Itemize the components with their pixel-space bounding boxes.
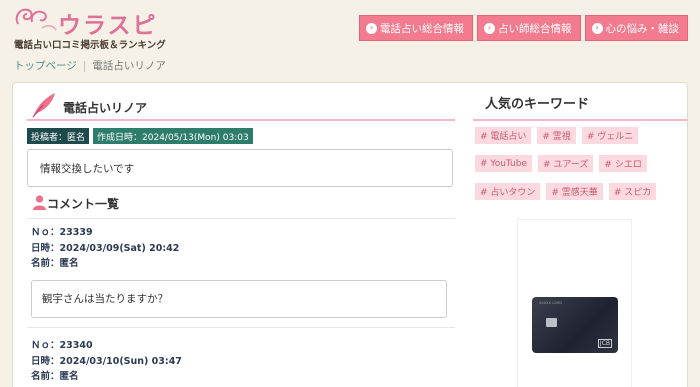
logo-swirl-icon bbox=[15, 8, 57, 31]
arrow-right-icon: › bbox=[484, 22, 495, 34]
nav-phone-fortune-button[interactable]: › 電話占い総合情報 bbox=[359, 15, 473, 41]
arrow-right-icon: › bbox=[366, 22, 377, 34]
comment-item: Ｎｏ：23339 日時：2024/03/09(Sat) 20:42 名前：匿名 … bbox=[31, 225, 451, 318]
keyword-tag[interactable]: # 電話占い bbox=[475, 127, 532, 144]
created-date-tag: 作成日時：2024/05/13(Mon) 03:03 bbox=[93, 128, 253, 144]
comments-header: コメント一覧 bbox=[27, 193, 455, 219]
keywords-header: 人気のキーワード bbox=[473, 91, 687, 121]
keyword-tag[interactable]: # 占いタウン bbox=[475, 183, 541, 200]
site-logo[interactable]: ウラスピ 電話占い口コミ掲示板＆ランキング bbox=[12, 4, 172, 52]
card-chip bbox=[546, 318, 557, 327]
nav-label: 占い師総合情報 bbox=[498, 22, 572, 35]
credit-card-image: XXXXX CARD JCB bbox=[532, 297, 618, 353]
ad-banner[interactable]: XXXXX CARD JCB bbox=[517, 219, 632, 387]
comment-author: 名前：匿名 bbox=[31, 258, 79, 269]
comment-body: 観宇さんは当たりますか？ bbox=[31, 279, 447, 318]
nav-worries-chat-button[interactable]: › 心の悩み・雑談 bbox=[584, 15, 688, 41]
nav-label: 心の悩み・雑談 bbox=[605, 22, 680, 35]
nav-label: 電話占い総合情報 bbox=[380, 22, 464, 35]
comment-date: 日時：2024/03/09(Sat) 20:42 bbox=[31, 242, 180, 254]
keyword-tag[interactable]: # ユアーズ bbox=[538, 155, 594, 172]
thread-body: 情報交換したいです bbox=[27, 149, 453, 187]
comment-author: 名前：匿名 bbox=[31, 371, 79, 382]
arrow-right-icon: › bbox=[591, 22, 603, 34]
keyword-tag[interactable]: # YouTube bbox=[475, 155, 532, 172]
keywords-title: 人気のキーワード bbox=[485, 97, 590, 112]
breadcrumb-home-link[interactable]: トップページ bbox=[14, 60, 77, 72]
comment-item: Ｎｏ：23340 日時：2024/03/10(Sun) 03:47 名前：匿名 bbox=[31, 338, 451, 385]
comment-number: Ｎｏ：23340 bbox=[31, 340, 93, 351]
breadcrumb: トップページ | 電話占いリノア bbox=[14, 58, 166, 73]
card-logo-icon: JCB bbox=[597, 339, 612, 348]
author-tag: 投稿者：匿名 bbox=[27, 128, 90, 144]
comment-divider bbox=[27, 327, 455, 328]
quill-icon bbox=[32, 93, 55, 118]
comment-number: Ｎｏ：23339 bbox=[31, 227, 93, 238]
keyword-tag[interactable]: # ヴェルニ bbox=[581, 127, 639, 144]
nav-fortune-teller-button[interactable]: › 占い師総合情報 bbox=[477, 15, 581, 41]
main-content: 電話占いリノア 投稿者：匿名 作成日時：2024/05/13(Mon) 03:0… bbox=[12, 82, 688, 387]
thread-title: 電話占いリノア bbox=[63, 101, 148, 115]
card-text: XXXXX CARD bbox=[539, 301, 563, 305]
keyword-list: # 電話占い # 霊視 # ヴェルニ # YouTube # ユアーズ # シエ… bbox=[475, 127, 685, 200]
logo-subtitle: 電話占い口コミ掲示板＆ランキング bbox=[14, 40, 166, 51]
logo-text: ウラスピ bbox=[58, 13, 158, 39]
keyword-tag[interactable]: # 霊感天華 bbox=[546, 183, 603, 200]
site-header: ウラスピ 電話占い口コミ掲示板＆ランキング › 電話占い総合情報 › 占い師総合… bbox=[0, 0, 700, 55]
thread-header: 電話占いリノア bbox=[27, 91, 455, 121]
keyword-tag[interactable]: # スピカ bbox=[608, 183, 657, 200]
person-icon bbox=[33, 195, 46, 210]
breadcrumb-current: 電話占いリノア bbox=[92, 60, 166, 72]
main-nav: › 電話占い総合情報 › 占い師総合情報 › 心の悩み・雑談 bbox=[359, 15, 688, 41]
keyword-tag[interactable]: # 霊視 bbox=[537, 127, 576, 144]
breadcrumb-separator: | bbox=[82, 60, 87, 72]
thread-meta-tags: 投稿者：匿名 作成日時：2024/05/13(Mon) 03:03 bbox=[27, 128, 253, 144]
comments-title: コメント一覧 bbox=[47, 197, 120, 211]
keyword-tag[interactable]: # シエロ bbox=[599, 155, 647, 172]
comment-date: 日時：2024/03/10(Sun) 03:47 bbox=[31, 355, 182, 367]
